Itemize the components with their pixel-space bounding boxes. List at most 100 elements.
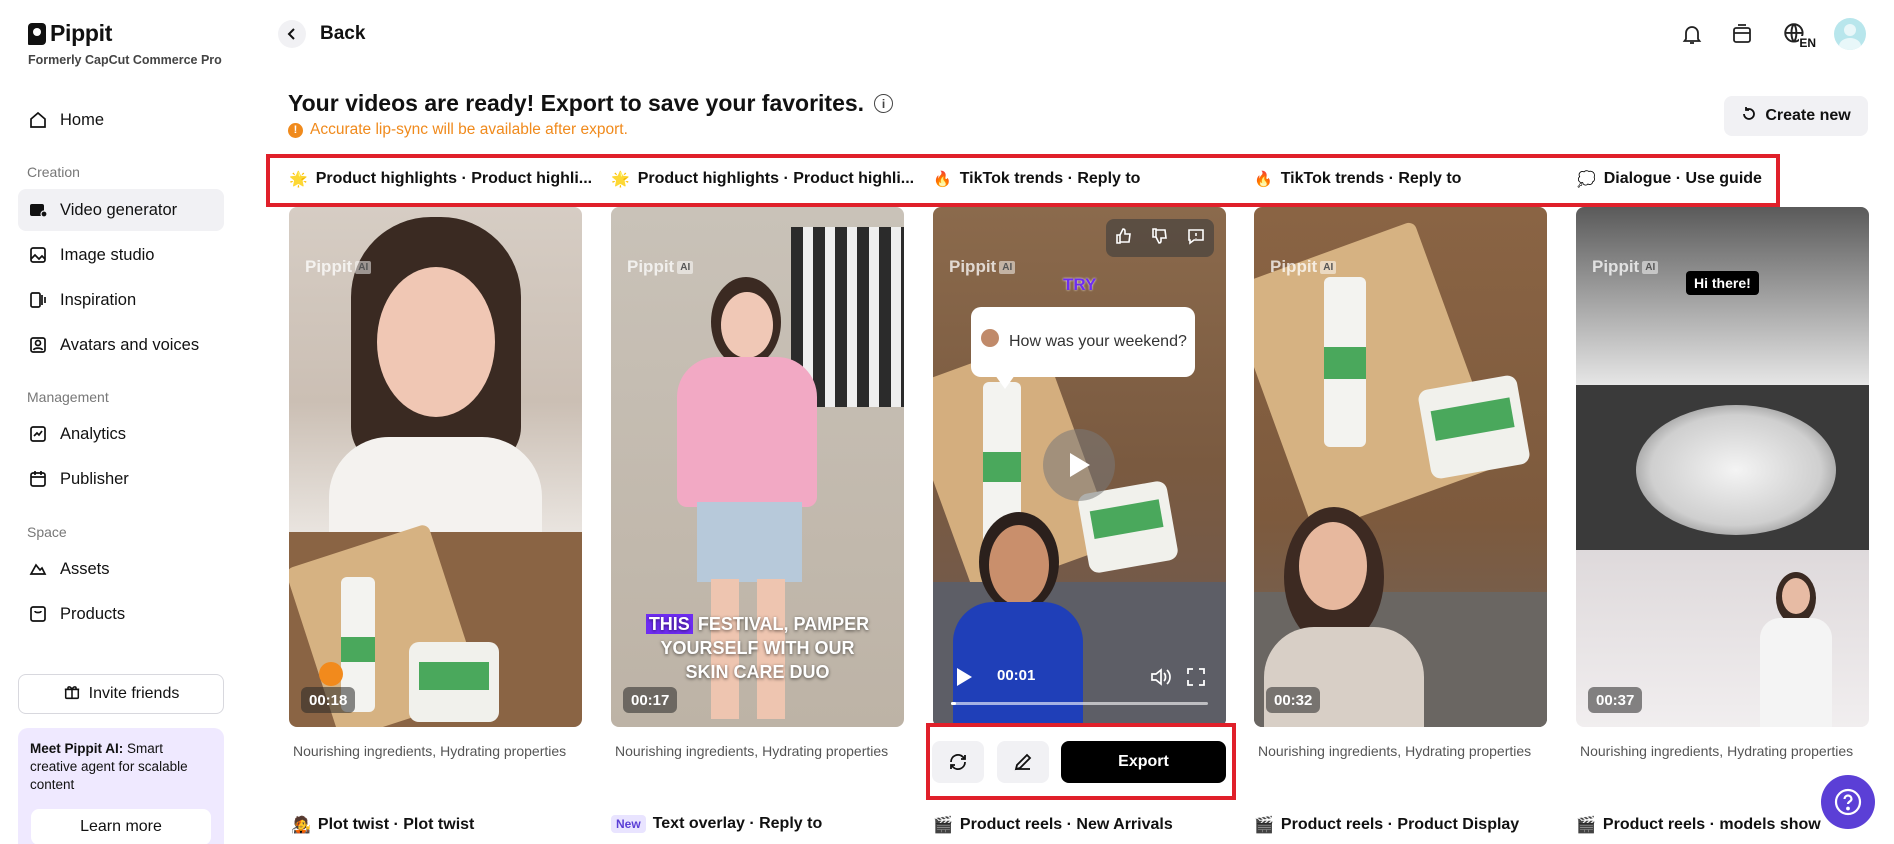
serum-bottle xyxy=(1324,277,1366,447)
video-controls: 00:01 xyxy=(933,647,1226,727)
duration-badge: 00:17 xyxy=(623,687,678,713)
progress-fill xyxy=(951,702,957,705)
promo-text: Meet Pippit AI: Smart creative agent for… xyxy=(30,741,188,792)
video-card-1[interactable]: 00:18 xyxy=(289,207,582,727)
title-label: Plot twist · Plot twist xyxy=(317,816,475,833)
section-creation: Creation xyxy=(27,164,80,180)
home-icon xyxy=(28,110,48,130)
play-button-large[interactable] xyxy=(1043,429,1115,501)
title-label: Product reels · Product Display xyxy=(1280,816,1520,833)
video-card-4[interactable]: Pippit AI 00:32 xyxy=(1254,207,1547,727)
category-tag-1: 🌟 Product highlights · Product highli... xyxy=(289,170,592,188)
video-caption: THIS FESTIVAL, PAMPER YOURSELF WITH OUR … xyxy=(611,612,904,684)
title-label: Product reels · New Arrivals xyxy=(959,816,1173,833)
warning-icon: ! xyxy=(288,122,303,138)
page-title-text: Your videos are ready! Export to save yo… xyxy=(288,90,865,116)
billing-icon[interactable] xyxy=(1728,20,1756,48)
progress-bar[interactable] xyxy=(951,702,1208,705)
category-tag-5: 💭 Dialogue · Use guide xyxy=(1577,170,1762,188)
pink-shirt xyxy=(677,357,817,507)
language-globe-icon[interactable]: EN xyxy=(1778,20,1816,50)
back-button[interactable]: Back xyxy=(278,20,365,48)
comment-text: How was your weekend? xyxy=(1009,333,1187,350)
sidebar-item-analytics[interactable]: Analytics xyxy=(18,413,224,455)
next-row-title-3: 🎬 Product reels · New Arrivals xyxy=(933,815,1173,835)
create-new-button[interactable]: Create new xyxy=(1724,96,1868,136)
cream-jar xyxy=(1416,374,1532,480)
category-emoji: 🔥 xyxy=(933,171,952,188)
notice-text: Accurate lip-sync will be available afte… xyxy=(310,121,628,138)
try-overlay-text: TRY xyxy=(1063,275,1097,294)
face-shape xyxy=(1782,578,1810,614)
video-generator-icon xyxy=(28,200,48,220)
category-emoji: 🔥 xyxy=(1254,171,1273,188)
inspiration-icon xyxy=(28,290,48,310)
brand-name: Pippit xyxy=(50,20,113,46)
face-shape xyxy=(1299,522,1367,610)
current-time: 00:01 xyxy=(997,667,1036,684)
regenerate-button[interactable] xyxy=(932,741,984,783)
category-label: Product highlights · Product highli... xyxy=(315,170,593,187)
sidebar-item-publisher[interactable]: Publisher xyxy=(18,458,224,500)
create-new-label: Create new xyxy=(1765,107,1851,124)
category-label: Product highlights · Product highli... xyxy=(637,170,915,187)
pippit-watermark: Pippit AI xyxy=(305,257,372,277)
sidebar-item-products[interactable]: Products xyxy=(18,593,224,635)
category-tag-3: 🔥 TikTok trends · Reply to xyxy=(933,170,1140,188)
title-label: Text overlay · Reply to xyxy=(652,815,823,832)
info-icon[interactable]: i xyxy=(874,94,894,113)
invite-friends-button[interactable]: Invite friends xyxy=(18,674,224,714)
bell-icon[interactable] xyxy=(1678,20,1706,48)
sidebar-item-video-generator[interactable]: Video generator xyxy=(18,189,224,231)
analytics-icon xyxy=(28,424,48,444)
gift-icon xyxy=(63,683,81,706)
sidebar-item-label: Home xyxy=(60,110,105,129)
sidebar-item-image-studio[interactable]: Image studio xyxy=(18,234,224,276)
edit-button[interactable] xyxy=(997,741,1049,783)
category-emoji: 🌟 xyxy=(611,171,630,188)
calendar-icon xyxy=(28,469,48,489)
brand-subtitle: Formerly CapCut Commerce Pro xyxy=(28,53,222,67)
thumbs-down-icon[interactable] xyxy=(1150,226,1170,251)
video-thumbnail xyxy=(1576,207,1869,385)
caption-text: FESTIVAL, PAMPER xyxy=(692,614,870,634)
section-space: Space xyxy=(27,524,67,540)
comment-avatar xyxy=(981,329,999,347)
image-studio-icon xyxy=(28,245,48,265)
sidebar-item-home[interactable]: Home xyxy=(18,99,224,141)
video-card-2[interactable]: THIS FESTIVAL, PAMPER YOURSELF WITH OUR … xyxy=(611,207,904,727)
invite-label: Invite friends xyxy=(88,685,180,702)
refresh-icon xyxy=(1741,106,1757,127)
sidebar-item-label: Image studio xyxy=(60,245,155,264)
export-button[interactable]: Export xyxy=(1061,741,1226,783)
sidebar-item-assets[interactable]: Assets xyxy=(18,548,224,590)
sidebar-item-label: Inspiration xyxy=(60,290,137,309)
page-title: Your videos are ready! Export to save yo… xyxy=(288,90,894,117)
learn-more-button[interactable]: Learn more xyxy=(31,809,211,844)
help-button[interactable] xyxy=(1821,775,1875,829)
category-label: Dialogue · Use guide xyxy=(1603,170,1762,187)
next-row-title-1: 🧑‍🎤 Plot twist · Plot twist xyxy=(291,815,474,835)
volume-icon[interactable] xyxy=(1150,667,1172,692)
thumbs-up-icon[interactable] xyxy=(1114,226,1134,251)
category-tag-2: 🌟 Product highlights · Product highli... xyxy=(611,170,914,188)
logo[interactable]: Pippit xyxy=(28,20,112,47)
category-tag-4: 🔥 TikTok trends · Reply to xyxy=(1254,170,1461,188)
hi-there-tag: Hi there! xyxy=(1686,271,1759,295)
back-label: Back xyxy=(320,23,366,44)
fullscreen-icon[interactable] xyxy=(1186,667,1206,692)
pippit-watermark: Pippit AI xyxy=(1270,257,1337,277)
play-icon[interactable] xyxy=(955,667,973,692)
rating-toolbar xyxy=(1106,219,1214,257)
video-card-5[interactable]: Pippit AI Hi there! 00:37 xyxy=(1576,207,1869,727)
sidebar-item-inspiration[interactable]: Inspiration xyxy=(18,279,224,321)
sidebar-item-label: Video generator xyxy=(60,200,178,219)
sidebar-item-avatars-voices[interactable]: Avatars and voices xyxy=(18,324,224,366)
feedback-icon[interactable] xyxy=(1186,226,1206,251)
sidebar-item-label: Avatars and voices xyxy=(60,335,200,354)
video-card-3-active[interactable]: Pippit AI TRY How was your weekend? 00:01 xyxy=(933,207,1226,727)
user-avatar[interactable] xyxy=(1834,18,1866,50)
play-icon xyxy=(1070,453,1090,477)
promo-card: Meet Pippit AI: Smart creative agent for… xyxy=(18,728,224,844)
shirt-shape xyxy=(329,437,542,537)
